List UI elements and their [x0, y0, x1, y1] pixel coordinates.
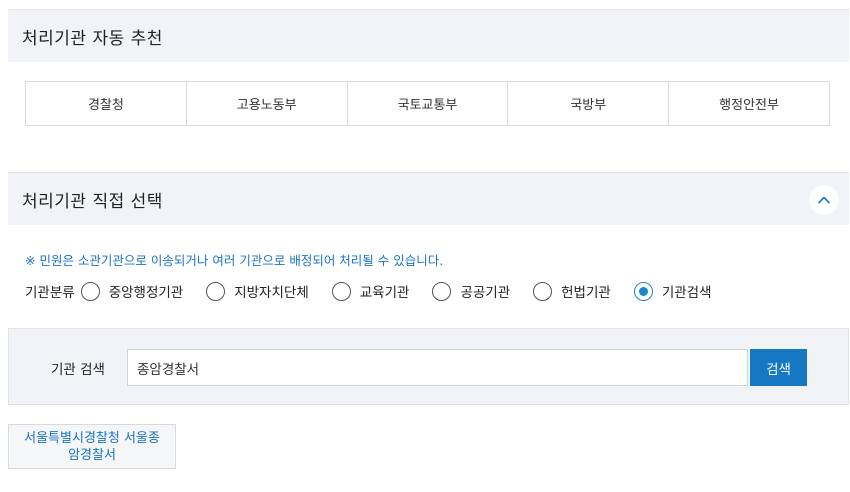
search-result-item[interactable]: 서울특별시경찰청 서울종암경찰서	[8, 424, 176, 469]
collapse-button[interactable]	[809, 185, 839, 215]
agency-search-panel: 기관 검색 검색	[8, 328, 849, 405]
auto-recommend-title: 처리기관 자동 추천	[22, 28, 163, 49]
radio-local-gov[interactable]: 지방자치단체	[206, 281, 309, 301]
auto-recommend-header: 처리기관 자동 추천	[8, 9, 849, 62]
transfer-notice: ※ 민원은 소관기관으로 이송되거나 여러 기관으로 배정되어 처리될 수 있습…	[25, 253, 444, 268]
search-button[interactable]: 검색	[750, 349, 807, 386]
agency-classification: 기관분류 중앙행정기관 지방자치단체 교육기관 공공기관 헌법기관 기관검색	[25, 280, 735, 302]
radio-central-admin[interactable]: 중앙행정기관	[80, 281, 184, 301]
classification-label: 기관분류	[25, 285, 75, 301]
radio-label: 헌법기관	[561, 285, 611, 301]
radio-button-selected[interactable]	[633, 281, 653, 301]
radio-label: 중앙행정기관	[108, 285, 184, 301]
radio-button[interactable]	[331, 281, 351, 301]
radio-selected-dot	[638, 286, 648, 296]
agency-recommend-list: 경찰청 고용노동부 국토교통부 국방부 행정안전부	[25, 81, 830, 126]
agency-option[interactable]: 행정안전부	[669, 82, 829, 125]
radio-button[interactable]	[206, 281, 226, 301]
radio-label: 교육기관	[359, 285, 410, 301]
radio-label: 지방자치단체	[234, 285, 309, 301]
radio-public-org[interactable]: 공공기관	[432, 281, 510, 301]
agency-option[interactable]: 국토교통부	[348, 82, 509, 125]
search-label: 기관 검색	[51, 362, 105, 378]
radio-label: 기관검색	[661, 285, 712, 301]
agency-option[interactable]: 국방부	[508, 82, 670, 125]
radio-education[interactable]: 교육기관	[331, 281, 410, 301]
radio-constitutional[interactable]: 헌법기관	[533, 281, 611, 301]
radio-button[interactable]	[432, 281, 452, 301]
radio-button[interactable]	[80, 281, 100, 301]
chevron-up-icon	[818, 196, 830, 204]
agency-option[interactable]: 경찰청	[26, 82, 187, 125]
agency-search-input[interactable]	[127, 349, 748, 386]
radio-button[interactable]	[533, 281, 553, 301]
direct-select-title: 처리기관 직접 선택	[22, 191, 163, 212]
radio-agency-search[interactable]: 기관검색	[633, 281, 712, 301]
result-label: 서울특별시경찰청 서울종암경찰서	[24, 430, 160, 463]
direct-select-header: 처리기관 직접 선택	[8, 172, 849, 225]
agency-option[interactable]: 고용노동부	[187, 82, 348, 125]
radio-label: 공공기관	[460, 285, 511, 301]
